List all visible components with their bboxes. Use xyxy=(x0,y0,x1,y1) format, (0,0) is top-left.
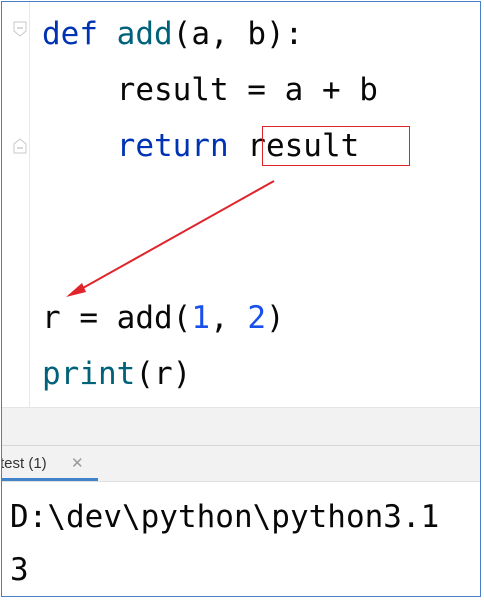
annotation-arrow xyxy=(66,180,275,297)
panel-splitter[interactable] xyxy=(2,407,480,445)
close-icon[interactable]: ✕ xyxy=(71,454,84,472)
run-tool-tabbar: test (1) ✕ xyxy=(2,445,480,482)
console-command-line: D:\dev\python\python3.1 xyxy=(10,499,440,535)
run-console[interactable]: D:\dev\python\python3.1 3 xyxy=(2,482,480,596)
run-tab-label: test (1) xyxy=(1,455,47,472)
ide-window: def add(a, b): result = a + b return res… xyxy=(1,1,481,597)
run-tab[interactable]: test (1) ✕ xyxy=(2,446,98,481)
console-output-line: 3 xyxy=(10,552,29,588)
code-editor[interactable]: def add(a, b): result = a + b return res… xyxy=(2,2,480,407)
